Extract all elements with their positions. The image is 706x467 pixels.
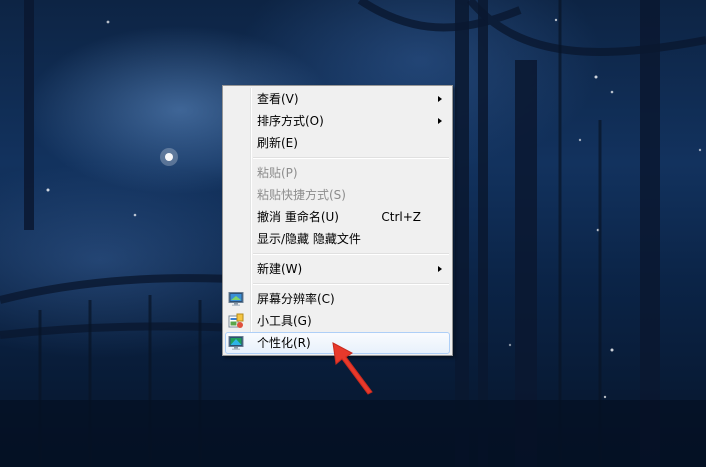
- menu-item-label: 显示/隐藏 隐藏文件: [257, 232, 361, 246]
- screen-resolution-icon: [228, 292, 244, 306]
- menu-item-label: 屏幕分辨率(C): [257, 292, 335, 306]
- menu-item-label: 粘贴快捷方式(S): [257, 188, 346, 202]
- menu-item-label: 个性化(R): [257, 336, 311, 350]
- menu-item-sort-by[interactable]: 排序方式(O): [225, 110, 450, 132]
- menu-item-label: 新建(W): [257, 262, 303, 276]
- menu-item-label: 刷新(E): [257, 136, 298, 150]
- red-arrow-pointer-icon: [332, 342, 373, 395]
- menu-separator: [253, 253, 449, 255]
- menu-item-refresh[interactable]: 刷新(E): [225, 132, 450, 154]
- menu-item-show-hide-files[interactable]: 显示/隐藏 隐藏文件: [225, 228, 450, 250]
- menu-item-label: 粘贴(P): [257, 166, 298, 180]
- menu-item-gadgets[interactable]: 小工具(G): [225, 310, 450, 332]
- menu-separator: [253, 157, 449, 159]
- menu-item-screen-resolution[interactable]: 屏幕分辨率(C): [225, 288, 450, 310]
- desktop-context-menu: 查看(V) 排序方式(O) 刷新(E) 粘贴(P) 粘贴快捷方式(S) 撤消 重…: [222, 85, 453, 356]
- menu-item-shortcut: Ctrl+Z: [381, 210, 421, 224]
- menu-item-label: 查看(V): [257, 92, 299, 106]
- submenu-arrow-icon: [438, 96, 442, 102]
- menu-item-label: 排序方式(O): [257, 114, 324, 128]
- menu-item-paste-shortcut[interactable]: 粘贴快捷方式(S): [225, 184, 450, 206]
- personalize-icon: [228, 336, 244, 350]
- submenu-arrow-icon: [438, 266, 442, 272]
- menu-item-label: 小工具(G): [257, 314, 312, 328]
- menu-item-new[interactable]: 新建(W): [225, 258, 450, 280]
- submenu-arrow-icon: [438, 118, 442, 124]
- menu-item-label: 撤消 重命名(U): [257, 210, 339, 224]
- gadgets-icon: [228, 313, 244, 328]
- menu-item-view[interactable]: 查看(V): [225, 88, 450, 110]
- menu-item-paste[interactable]: 粘贴(P): [225, 162, 450, 184]
- menu-item-undo-rename[interactable]: 撤消 重命名(U) Ctrl+Z: [225, 206, 450, 228]
- menu-separator: [253, 283, 449, 285]
